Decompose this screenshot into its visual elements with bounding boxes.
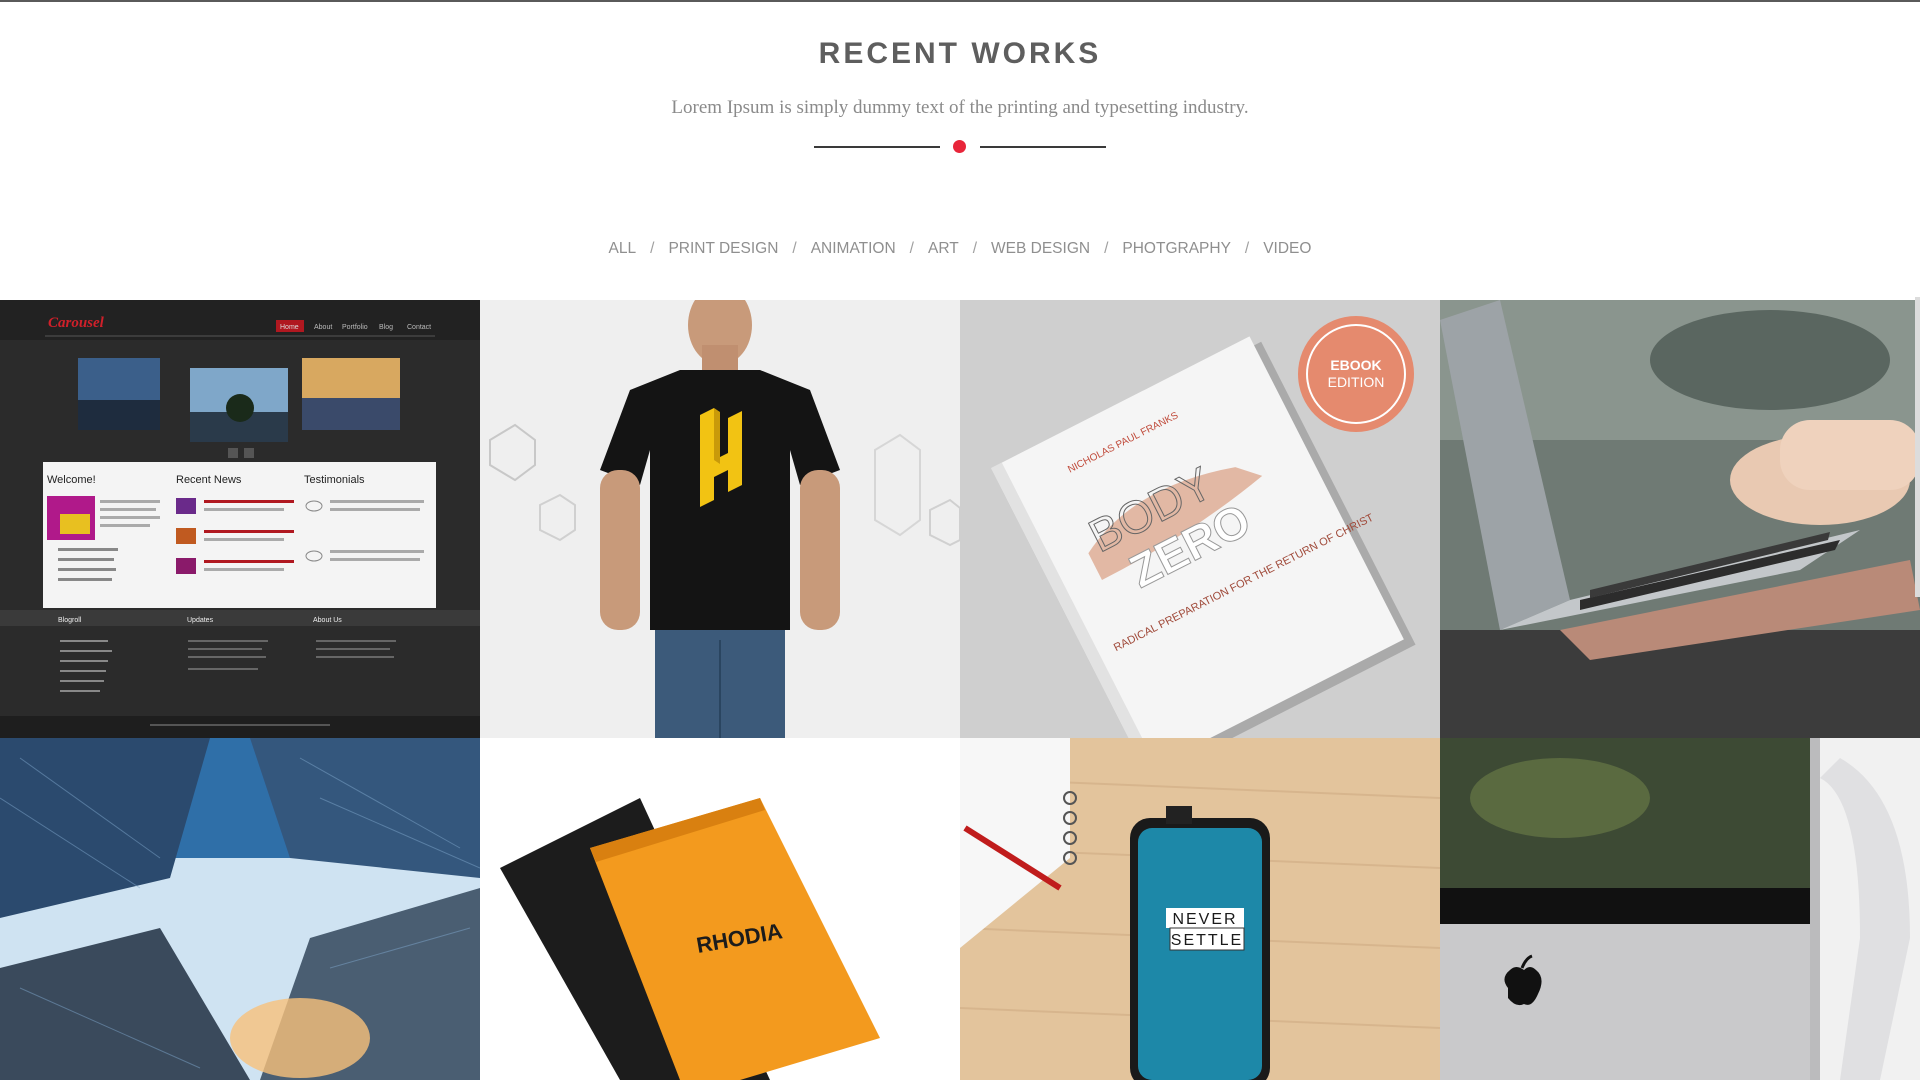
filter-separator: /	[650, 240, 655, 257]
svg-text:Blogroll: Blogroll	[58, 617, 82, 624]
portfolio-item-laptop[interactable]	[1440, 300, 1920, 738]
filter-all[interactable]: ALL	[609, 240, 637, 258]
filter-separator: /	[1104, 240, 1109, 257]
portfolio-filter-bar: ALL / PRINT DESIGN / ANIMATION / ART / WEB DESIG…	[0, 240, 1920, 258]
svg-text:NEVER: NEVER	[1172, 911, 1237, 928]
svg-text:Updates: Updates	[187, 617, 214, 624]
divider-right	[980, 146, 1106, 148]
portfolio-item-website-template[interactable]: Carousel Home About Portfolio Blog Conta…	[0, 300, 480, 738]
portfolio-item-ebook[interactable]: NICHOLAS PAUL FRANKS BODY ZERO RADICAL P…	[960, 300, 1440, 738]
svg-text:Contact: Contact	[407, 324, 431, 331]
divider-dot	[953, 140, 966, 153]
filter-separator: /	[792, 240, 797, 257]
svg-text:EBOOK: EBOOK	[1330, 357, 1381, 373]
top-border-line	[0, 0, 1920, 2]
svg-text:Recent News: Recent News	[176, 474, 242, 486]
portfolio-item-imac[interactable]	[1440, 738, 1920, 1080]
portfolio-item-tshirt[interactable]	[480, 300, 960, 738]
svg-text:Testimonials: Testimonials	[304, 474, 365, 486]
section-subtitle: Lorem Ipsum is simply dummy text of the …	[671, 97, 1249, 118]
section-title: RECENT WORKS	[818, 37, 1102, 70]
filter-photography[interactable]: PHOTGRAPHY	[1122, 240, 1231, 258]
portfolio-grid: Carousel Home About Portfolio Blog Conta…	[0, 300, 1920, 1080]
svg-text:Welcome!: Welcome!	[47, 474, 96, 486]
svg-text:Blog: Blog	[379, 324, 393, 331]
svg-text:Portfolio: Portfolio	[342, 324, 368, 331]
filter-separator: /	[1244, 240, 1250, 257]
mock-logo: Carousel	[48, 315, 105, 331]
portfolio-item-phone[interactable]: NEVER SETTLE	[960, 738, 1440, 1080]
filter-art[interactable]: ART	[928, 240, 959, 258]
filter-web-design[interactable]: WEB DESIGN	[991, 240, 1090, 258]
filter-separator: /	[909, 240, 914, 257]
portfolio-item-skyscrapers[interactable]	[0, 738, 480, 1080]
svg-text:EDITION: EDITION	[1328, 374, 1385, 390]
scrollbar-thumb[interactable]	[1915, 297, 1920, 597]
svg-text:About Us: About Us	[313, 617, 342, 624]
svg-text:SETTLE: SETTLE	[1171, 932, 1243, 949]
svg-text:About: About	[314, 324, 332, 331]
svg-text:Home: Home	[280, 324, 299, 331]
filter-video[interactable]: VIDEO	[1263, 240, 1311, 258]
filter-animation[interactable]: ANIMATION	[811, 240, 896, 258]
filter-separator: /	[972, 240, 978, 257]
portfolio-item-notepads[interactable]: RHODIA	[480, 738, 960, 1080]
filter-print-design[interactable]: PRINT DESIGN	[668, 240, 778, 258]
divider-left	[814, 146, 940, 148]
